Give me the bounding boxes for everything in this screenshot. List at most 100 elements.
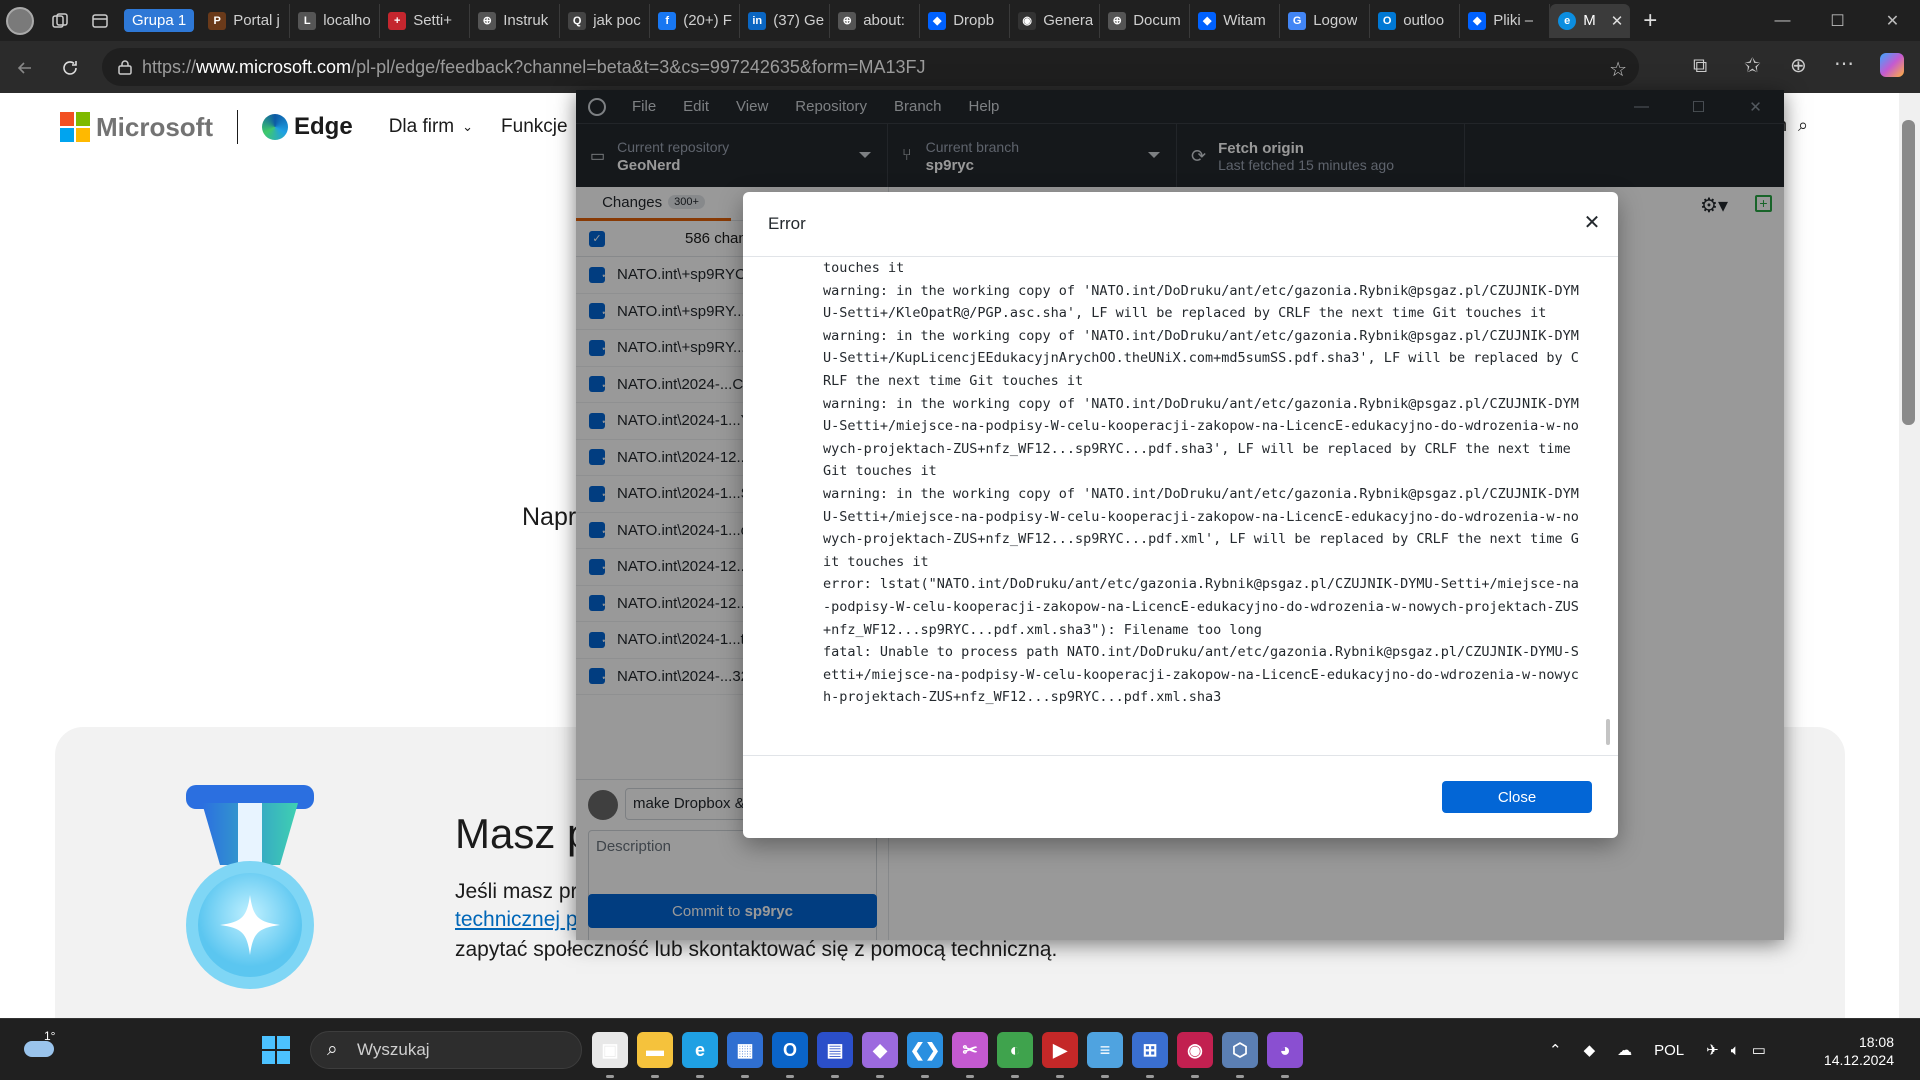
store-icon[interactable]: ▦ xyxy=(727,1032,763,1068)
back-icon[interactable] xyxy=(5,47,45,88)
error-log-line: touches it xyxy=(823,260,905,276)
error-log[interactable]: touches it warning: in the working copy o… xyxy=(743,256,1618,756)
notepad-icon[interactable]: ≡ xyxy=(1087,1032,1123,1068)
media-app-icon[interactable]: ▶ xyxy=(1042,1032,1078,1068)
globe-app-icon[interactable]: ◐ xyxy=(997,1032,1033,1068)
volume-icon[interactable]: 🔈︎ xyxy=(1731,1042,1740,1059)
browser-tab[interactable]: ◆ Pliki – xyxy=(1460,3,1551,38)
minimize-icon[interactable]: — xyxy=(1755,0,1810,41)
close-icon[interactable]: ✕ xyxy=(1865,0,1920,41)
task-view-icon[interactable]: ▣ xyxy=(592,1032,628,1068)
raspberry-app-icon[interactable]: ◉ xyxy=(1177,1032,1213,1068)
running-indicator xyxy=(651,1075,659,1078)
chevron-up-icon[interactable]: ⌃ xyxy=(1549,1041,1562,1059)
nav-funkcje[interactable]: Funkcje xyxy=(501,116,568,138)
search-icon: ⌕ xyxy=(1798,115,1809,135)
virtualbox-icon[interactable]: ⬡ xyxy=(1222,1032,1258,1068)
chevron-down-icon: ⌄ xyxy=(462,119,474,134)
browser-tab[interactable]: ◉ Genera xyxy=(1010,3,1101,38)
error-log-line: error: lstat("NATO.int/DoDruku/ant/etc/g… xyxy=(823,576,1579,638)
maximize-icon[interactable]: ☐ xyxy=(1810,0,1865,41)
page-scroll-thumb[interactable] xyxy=(1902,120,1915,425)
browser-tab[interactable]: in (37) Ge xyxy=(740,3,831,38)
taskbar-search-input[interactable]: ⌕ Wyszukaj xyxy=(310,1031,582,1069)
airplane-icon[interactable]: ✈ xyxy=(1706,1041,1719,1059)
browser-tab[interactable]: P Portal j xyxy=(200,3,291,38)
browser-tab[interactable]: ⊕ Instruk xyxy=(470,3,561,38)
workspaces-icon[interactable] xyxy=(40,0,80,41)
dropbox-tray-icon[interactable]: ◆ xyxy=(1584,1041,1596,1059)
more-menu-icon[interactable]: ⋯ xyxy=(1834,51,1854,76)
error-log-line: warning: in the working copy of 'NATO.in… xyxy=(823,485,1579,570)
browser-tab[interactable]: G Logow xyxy=(1280,3,1371,38)
browser-tab[interactable]: f (20+) F xyxy=(650,3,741,38)
weather-widget[interactable]: 1° xyxy=(24,1029,55,1057)
vscode-icon[interactable]: ❮❯ xyxy=(907,1032,943,1068)
collections-icon[interactable]: ⊕ xyxy=(1790,53,1807,78)
edge-brand[interactable]: Edge xyxy=(294,113,353,141)
snipping-tool-icon[interactable]: ✂ xyxy=(952,1032,988,1068)
edge-logo-icon[interactable] xyxy=(262,114,288,140)
tab-actions-icon[interactable] xyxy=(80,0,120,41)
tab-active[interactable]: e M ✕ xyxy=(1550,3,1631,38)
browser-tab[interactable]: ⊕ about: xyxy=(830,3,921,38)
windows-taskbar: 1° ⌕ Wyszukaj ▣ ▬ e ▦ O ▤ ◆ ❮❯ ✂ ◐ ▶ ≡ ⊞ ◉ ⬡ ◕ ⌃ ◆ ☁ PO… xyxy=(0,1018,1920,1080)
browser-tab[interactable]: ◆ Dropb xyxy=(920,3,1011,38)
browser-tab[interactable]: ⊕ Docum xyxy=(1100,3,1191,38)
profile-avatar[interactable] xyxy=(0,0,40,41)
error-dialog: Error ✕ touches it warning: in the workin… xyxy=(743,192,1618,838)
browser-tab[interactable]: Qjak poc xyxy=(560,3,651,38)
extensions-icon[interactable]: ⧉ xyxy=(1693,55,1707,78)
url-field[interactable]: https://www.microsoft.com/pl-pl/edge/fee… xyxy=(102,48,1639,86)
clock[interactable]: 18:08 14.12.2024 xyxy=(1822,1033,1894,1069)
favorites-icon[interactable]: ✩ xyxy=(1744,53,1761,78)
browser-tab[interactable]: Ooutloo xyxy=(1370,3,1461,38)
refresh-icon[interactable] xyxy=(50,47,90,88)
running-indicator xyxy=(1056,1075,1064,1078)
running-indicator xyxy=(606,1075,614,1078)
lock-icon[interactable] xyxy=(118,59,132,75)
tab-close-icon[interactable]: ✕ xyxy=(1611,12,1624,30)
nav-dla-firm[interactable]: Dla firm ⌄ xyxy=(389,116,473,138)
edge-favicon-icon: e xyxy=(1558,11,1577,30)
browser-tab[interactable]: ◆ Witam xyxy=(1190,3,1281,38)
language-indicator[interactable]: POL xyxy=(1654,1042,1684,1059)
tab-label: jak poc xyxy=(593,12,641,29)
close-icon[interactable]: ✕ xyxy=(1578,208,1606,236)
browser-tab[interactable]: Llocalho xyxy=(290,3,381,38)
running-indicator xyxy=(1011,1075,1019,1078)
tab-group-chip[interactable]: Grupa 1 xyxy=(124,9,195,32)
network-app-icon[interactable]: ⊞ xyxy=(1132,1032,1168,1068)
close-button[interactable]: Close xyxy=(1442,781,1592,813)
new-tab-button[interactable]: + xyxy=(1630,0,1670,41)
error-log-scrollbar[interactable] xyxy=(1606,719,1610,745)
card-support-link[interactable]: technicznej p xyxy=(455,908,578,932)
tab-label: localho xyxy=(323,12,371,29)
edge-icon[interactable]: e xyxy=(682,1032,718,1068)
battery-icon[interactable]: ▭ xyxy=(1752,1041,1766,1059)
dialog-title: Error xyxy=(768,214,806,233)
paint-app-icon[interactable]: ◆ xyxy=(862,1032,898,1068)
running-indicator xyxy=(921,1075,929,1078)
tab-favicon-icon: O xyxy=(1378,11,1397,30)
tab-favicon-icon: L xyxy=(298,11,317,30)
start-icon[interactable] xyxy=(262,1036,290,1064)
favorite-star-icon[interactable]: ☆ xyxy=(1609,57,1627,82)
window-controls: — ☐ ✕ xyxy=(1755,0,1920,41)
microsoft-logo-icon[interactable] xyxy=(60,112,90,142)
save-app-icon[interactable]: ▤ xyxy=(817,1032,853,1068)
onedrive-tray-icon[interactable]: ☁ xyxy=(1617,1041,1632,1059)
cloud-icon xyxy=(24,1041,54,1057)
microsoft-brand[interactable]: Microsoft xyxy=(96,112,213,143)
browser-tab[interactable]: + Setti+ xyxy=(380,3,471,38)
tab-favicon-icon: ◆ xyxy=(1468,11,1487,30)
github-desktop-icon[interactable]: ◕ xyxy=(1267,1032,1303,1068)
tab-label: Setti+ xyxy=(413,12,452,29)
outlook-icon[interactable]: O xyxy=(772,1032,808,1068)
error-log-text: touches it warning: in the working copy o… xyxy=(823,257,1583,709)
search-icon: ⌕ xyxy=(327,1039,338,1060)
copilot-icon[interactable] xyxy=(1880,53,1904,77)
file-explorer-icon[interactable]: ▬ xyxy=(637,1032,673,1068)
address-bar-row: https://www.microsoft.com/pl-pl/edge/fee… xyxy=(0,41,1920,93)
tab-favicon-icon: ◆ xyxy=(1198,11,1217,30)
